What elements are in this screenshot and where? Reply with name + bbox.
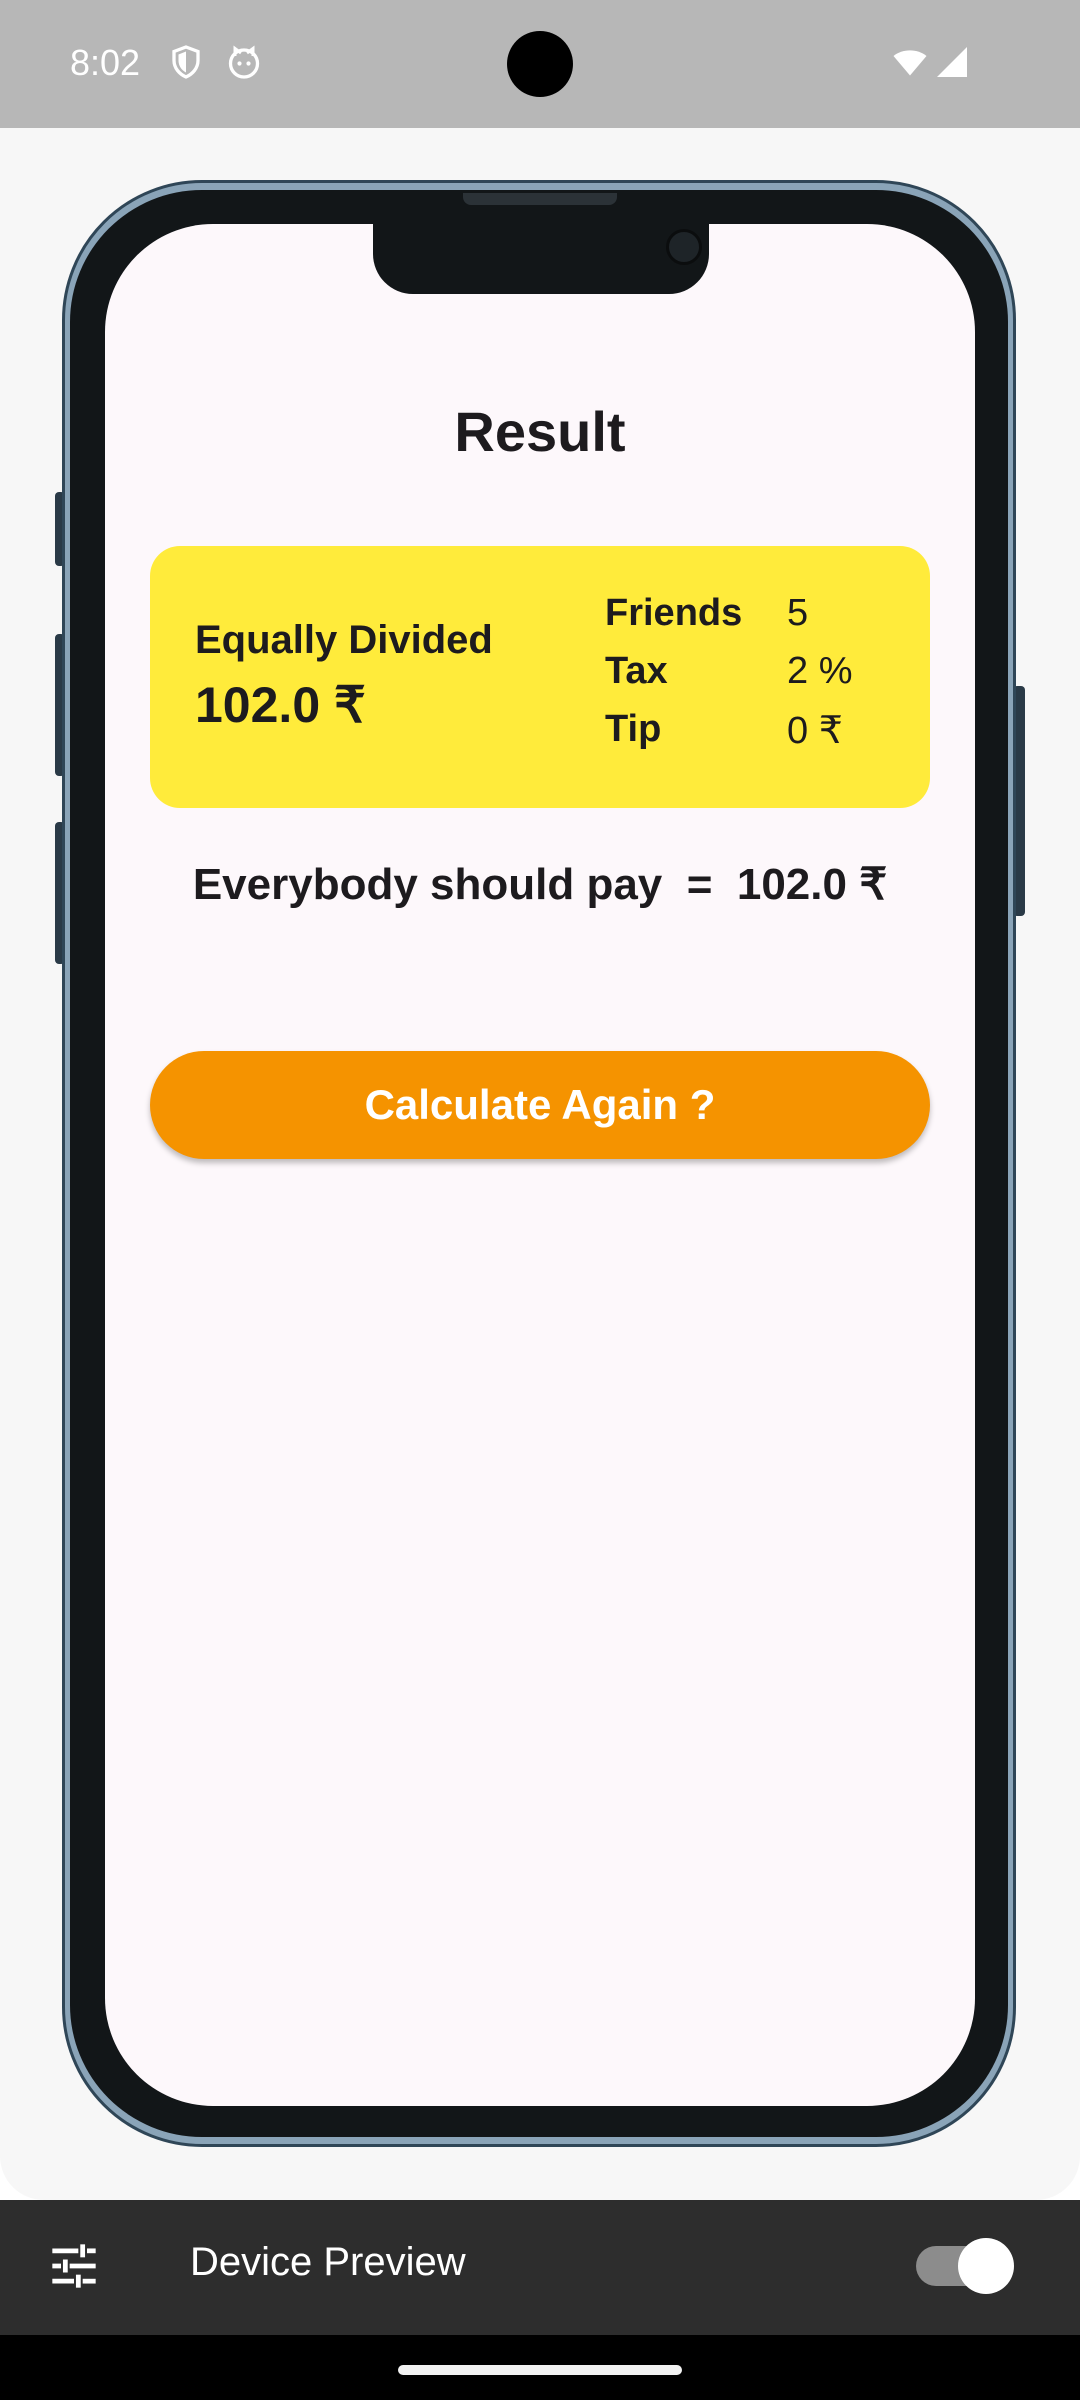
status-bar: 8:02 bbox=[0, 0, 1080, 128]
status-time: 8:02 bbox=[70, 42, 141, 83]
front-camera bbox=[666, 229, 702, 265]
shield-icon bbox=[172, 45, 200, 79]
device-screen: Result Equally Divided 102.0 ₹ Friends 5… bbox=[105, 224, 975, 2106]
cat-icon bbox=[228, 45, 260, 79]
wifi-icon bbox=[893, 50, 927, 76]
home-gesture-handle[interactable] bbox=[398, 2365, 682, 2375]
device-speaker bbox=[463, 193, 617, 205]
calculate-again-button[interactable]: Calculate Again ? bbox=[150, 1051, 930, 1159]
detail-key: Tax bbox=[605, 650, 668, 692]
equally-divided-label: Equally Divided bbox=[195, 618, 493, 662]
detail-key: Friends bbox=[605, 592, 743, 634]
per-person-summary: Everybody should pay = 102.0 ₹ bbox=[192, 860, 888, 909]
device-preview-label: Device Preview bbox=[190, 2240, 466, 2284]
camera-cutout bbox=[507, 31, 573, 97]
device-preview-toolbar: Device Preview bbox=[0, 2200, 1080, 2335]
tune-icon[interactable] bbox=[48, 2240, 100, 2292]
navigation-bar bbox=[0, 2335, 1080, 2400]
device-notch bbox=[373, 224, 709, 294]
detail-value: 0 ₹ bbox=[787, 710, 843, 752]
toggle-thumb[interactable] bbox=[958, 2238, 1014, 2294]
detail-key: Tip bbox=[605, 708, 662, 750]
page-title: Result bbox=[454, 400, 626, 463]
result-card: Equally Divided 102.0 ₹ Friends 5 Tax 2 … bbox=[150, 546, 930, 808]
cellular-signal-icon bbox=[937, 47, 967, 77]
equally-divided-amount: 102.0 ₹ bbox=[195, 677, 366, 733]
detail-value: 2 % bbox=[787, 650, 853, 692]
detail-value: 5 bbox=[787, 592, 809, 634]
